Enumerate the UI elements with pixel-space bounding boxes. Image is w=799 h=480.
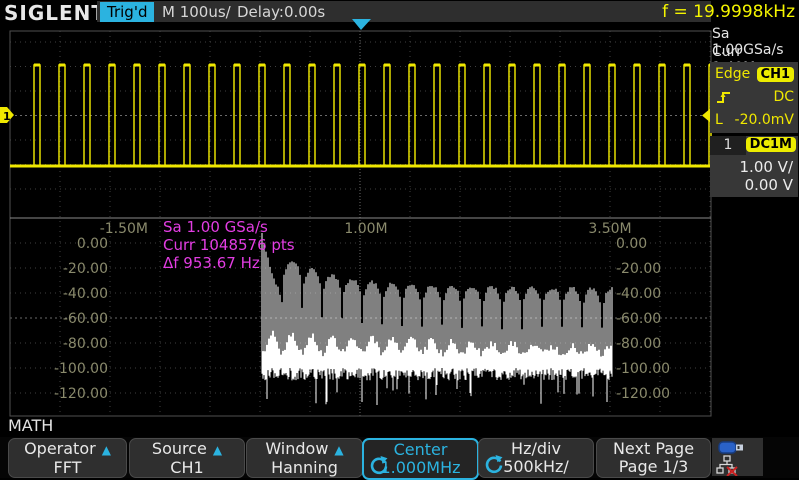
softkey-value: Page 1/3 — [597, 458, 710, 475]
softkey-value: Hanning — [247, 459, 362, 476]
channel1-coupling-badge: DC1M — [746, 137, 796, 152]
fft-db-label-right: -20.00 — [616, 261, 696, 277]
fft-db-label-right: 0.00 — [616, 236, 696, 252]
fft-db-label-left: -60.00 — [30, 311, 108, 327]
fft-db-label-right: -80.00 — [616, 336, 696, 352]
fft-info-readout: Sa 1.00 GSa/s Curr 1048576 pts Δf 953.67… — [163, 218, 295, 272]
softkey-source[interactable]: Source ▲ CH1 — [129, 438, 245, 478]
channel1-offset-marker-number: 1 — [3, 110, 11, 123]
softkey-center[interactable]: Center 1.000MHz — [362, 438, 479, 480]
softkey-nextpage[interactable]: Next Page Page 1/3 — [596, 438, 711, 478]
fft-db-label-right: -120.00 — [616, 386, 696, 402]
channel1-scale: 1.00 V/ — [740, 158, 793, 176]
io-status-panel — [712, 438, 763, 476]
fft-db-label-left: -120.00 — [30, 386, 108, 402]
trigger-type-label: Edge — [715, 66, 750, 82]
knob-icon — [369, 455, 389, 475]
fft-freq-label: 1.00M — [327, 221, 405, 237]
trigger-level-value: -20.0mV — [735, 112, 794, 128]
softkey-value: CH1 — [130, 459, 244, 476]
trigger-info-panel[interactable]: Edge CH1 DC L -20.0mV — [710, 62, 798, 133]
fft-points: Curr 1048576 pts — [163, 236, 295, 254]
fft-db-label-left: -20.00 — [30, 261, 108, 277]
math-mode-label: MATH — [8, 416, 53, 435]
rising-edge-icon — [715, 89, 733, 105]
up-arrow-icon: ▲ — [334, 443, 343, 457]
fft-delta-f: Δf 953.67 Hz — [163, 254, 295, 272]
fft-db-label-right: -100.00 — [616, 361, 696, 377]
fft-db-label-left: -40.00 — [30, 286, 108, 302]
fft-db-label-left: 0.00 — [30, 236, 108, 252]
softkey-label: Source — [152, 439, 207, 458]
knob-icon — [484, 454, 504, 474]
up-arrow-icon: ▲ — [102, 443, 111, 457]
softkey-label: Window — [265, 439, 328, 458]
up-arrow-icon: ▲ — [213, 443, 222, 457]
softkey-hzdiv[interactable]: Hz/div 500kHz/ — [478, 438, 594, 478]
fft-freq-label: -1.50M — [70, 221, 148, 237]
fft-freq-label: 3.50M — [571, 221, 649, 237]
fft-db-label-right: -40.00 — [616, 286, 696, 302]
fft-db-label-left: -100.00 — [30, 361, 108, 377]
lan-disconnected-icon — [716, 455, 740, 476]
fft-db-label-right: -60.00 — [616, 311, 696, 327]
fft-math-trace — [262, 233, 612, 405]
softkey-operator[interactable]: Operator ▲ FFT — [8, 438, 127, 478]
trigger-position-marker — [352, 19, 371, 30]
usb-icon — [718, 440, 746, 455]
softkey-value: FFT — [9, 459, 126, 476]
fft-db-label-left: -80.00 — [30, 336, 108, 352]
softkey-label: Next Page — [597, 440, 710, 458]
softkey-menubar: Operator ▲ FFT Source ▲ CH1 Window ▲ Hannin… — [0, 437, 799, 478]
channel1-number-tab: 1 — [710, 136, 746, 155]
trigger-coupling: DC — [773, 89, 794, 105]
channel1-offset: 0.00 V — [745, 176, 793, 194]
fft-sample-rate: Sa 1.00 GSa/s — [163, 218, 295, 236]
trigger-source-badge: CH1 — [757, 67, 794, 82]
softkey-label: Operator — [24, 439, 96, 458]
channel1-info-panel[interactable]: 1 DC1M 1.00 V/ 0.00 V — [710, 136, 798, 197]
softkey-window[interactable]: Window ▲ Hanning — [246, 438, 363, 478]
trigger-level-label: L — [715, 112, 723, 128]
